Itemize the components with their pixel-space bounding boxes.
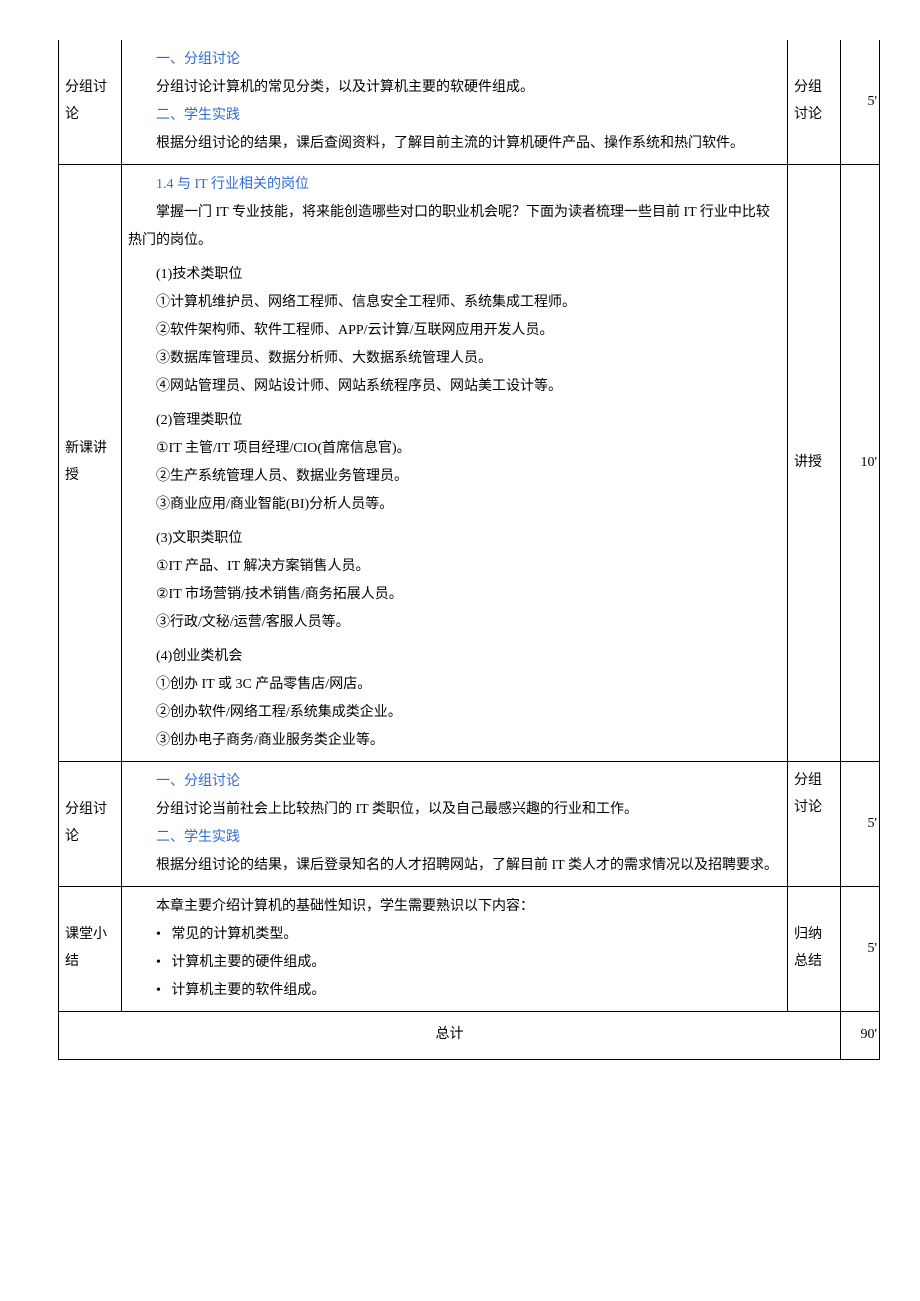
group-heading: (4)创业类机会 — [128, 643, 781, 671]
paragraph: 分组讨论当前社会上比较热门的 IT 类职位，以及自己最感兴趣的行业和工作。 — [128, 796, 781, 824]
subsection-heading: 二、学生实践 — [128, 102, 781, 130]
bullet-icon: • — [156, 927, 171, 942]
time-cell: 5' — [841, 887, 880, 1012]
list-item: ①IT 产品、IT 解决方案销售人员。 — [128, 553, 781, 581]
list-item: 计算机主要的软件组成。 — [171, 983, 325, 998]
list-item: ①计算机维护员、网络工程师、信息安全工程师、系统集成工程师。 — [128, 289, 781, 317]
section-content: 1.4 与 IT 行业相关的岗位 掌握一门 IT 专业技能，将来能创造哪些对口的… — [122, 165, 788, 762]
list-item: ③数据库管理员、数据分析师、大数据系统管理人员。 — [128, 345, 781, 373]
paragraph: 掌握一门 IT 专业技能，将来能创造哪些对口的职业机会呢？下面为读者梳理一些目前… — [128, 199, 781, 255]
paragraph: 根据分组讨论的结果，课后查阅资料，了解目前主流的计算机硬件产品、操作系统和热门软… — [128, 130, 781, 158]
list-item: ③创办电子商务/商业服务类企业等。 — [128, 727, 781, 755]
time-cell: 5' — [841, 40, 880, 165]
list-item: ③商业应用/商业智能(BI)分析人员等。 — [128, 491, 781, 519]
method-cell: 归纳总结 — [788, 887, 841, 1012]
section-content: 本章主要介绍计算机的基础性知识，学生需要熟识以下内容： • 常见的计算机类型。 … — [122, 887, 788, 1012]
bullet-icon: • — [156, 983, 171, 998]
subsection-heading: 一、分组讨论 — [128, 46, 781, 74]
section-label: 新课讲授 — [59, 165, 122, 762]
table-row: 课堂小结 本章主要介绍计算机的基础性知识，学生需要熟识以下内容： • 常见的计算… — [40, 887, 880, 1012]
list-item: ①IT 主管/IT 项目经理/CIO(首席信息官)。 — [128, 435, 781, 463]
section-label: 课堂小结 — [59, 887, 122, 1012]
list-item: ②创办软件/网络工程/系统集成类企业。 — [128, 699, 781, 727]
subsection-heading: 一、分组讨论 — [128, 768, 781, 796]
total-label: 总计 — [59, 1012, 841, 1060]
subsection-heading: 1.4 与 IT 行业相关的岗位 — [128, 171, 781, 199]
time-cell: 5' — [841, 762, 880, 887]
section-label: 分组讨论 — [59, 40, 122, 165]
method-cell: 分组讨论 — [788, 762, 841, 887]
table-row: 分组讨论 一、分组讨论 分组讨论计算机的常见分类，以及计算机主要的软硬件组成。 … — [40, 40, 880, 165]
list-item: ④网站管理员、网站设计师、网站系统程序员、网站美工设计等。 — [128, 373, 781, 401]
paragraph: 根据分组讨论的结果，课后登录知名的人才招聘网站，了解目前 IT 类人才的需求情况… — [128, 852, 781, 880]
paragraph: 分组讨论计算机的常见分类，以及计算机主要的软硬件组成。 — [128, 74, 781, 102]
list-item: ②生产系统管理人员、数据业务管理员。 — [128, 463, 781, 491]
section-content: 一、分组讨论 分组讨论当前社会上比较热门的 IT 类职位，以及自己最感兴趣的行业… — [122, 762, 788, 887]
total-value: 90' — [841, 1012, 880, 1060]
group-heading: (2)管理类职位 — [128, 407, 781, 435]
list-item: ③行政/文秘/运营/客服人员等。 — [128, 609, 781, 637]
list-item: ②软件架构师、软件工程师、APP/云计算/互联网应用开发人员。 — [128, 317, 781, 345]
list-item: 常见的计算机类型。 — [171, 927, 297, 942]
group-heading: (1)技术类职位 — [128, 261, 781, 289]
bullet-icon: • — [156, 955, 171, 970]
list-item: ①创办 IT 或 3C 产品零售店/网店。 — [128, 671, 781, 699]
list-item: 计算机主要的硬件组成。 — [171, 955, 325, 970]
subsection-heading: 二、学生实践 — [128, 824, 781, 852]
left-margin-cell — [40, 40, 59, 1059]
method-cell: 分组讨论 — [788, 40, 841, 165]
group-heading: (3)文职类职位 — [128, 525, 781, 553]
method-cell: 讲授 — [788, 165, 841, 762]
list-item: ②IT 市场营销/技术销售/商务拓展人员。 — [128, 581, 781, 609]
table-total-row: 总计 90' — [40, 1012, 880, 1060]
table-row: 新课讲授 1.4 与 IT 行业相关的岗位 掌握一门 IT 专业技能，将来能创造… — [40, 165, 880, 762]
paragraph: 本章主要介绍计算机的基础性知识，学生需要熟识以下内容： — [128, 893, 781, 921]
section-label: 分组讨论 — [59, 762, 122, 887]
time-cell: 10' — [841, 165, 880, 762]
lesson-plan-table: 分组讨论 一、分组讨论 分组讨论计算机的常见分类，以及计算机主要的软硬件组成。 … — [40, 40, 880, 1060]
section-content: 一、分组讨论 分组讨论计算机的常见分类，以及计算机主要的软硬件组成。 二、学生实… — [122, 40, 788, 165]
table-row: 分组讨论 一、分组讨论 分组讨论当前社会上比较热门的 IT 类职位，以及自己最感… — [40, 762, 880, 887]
